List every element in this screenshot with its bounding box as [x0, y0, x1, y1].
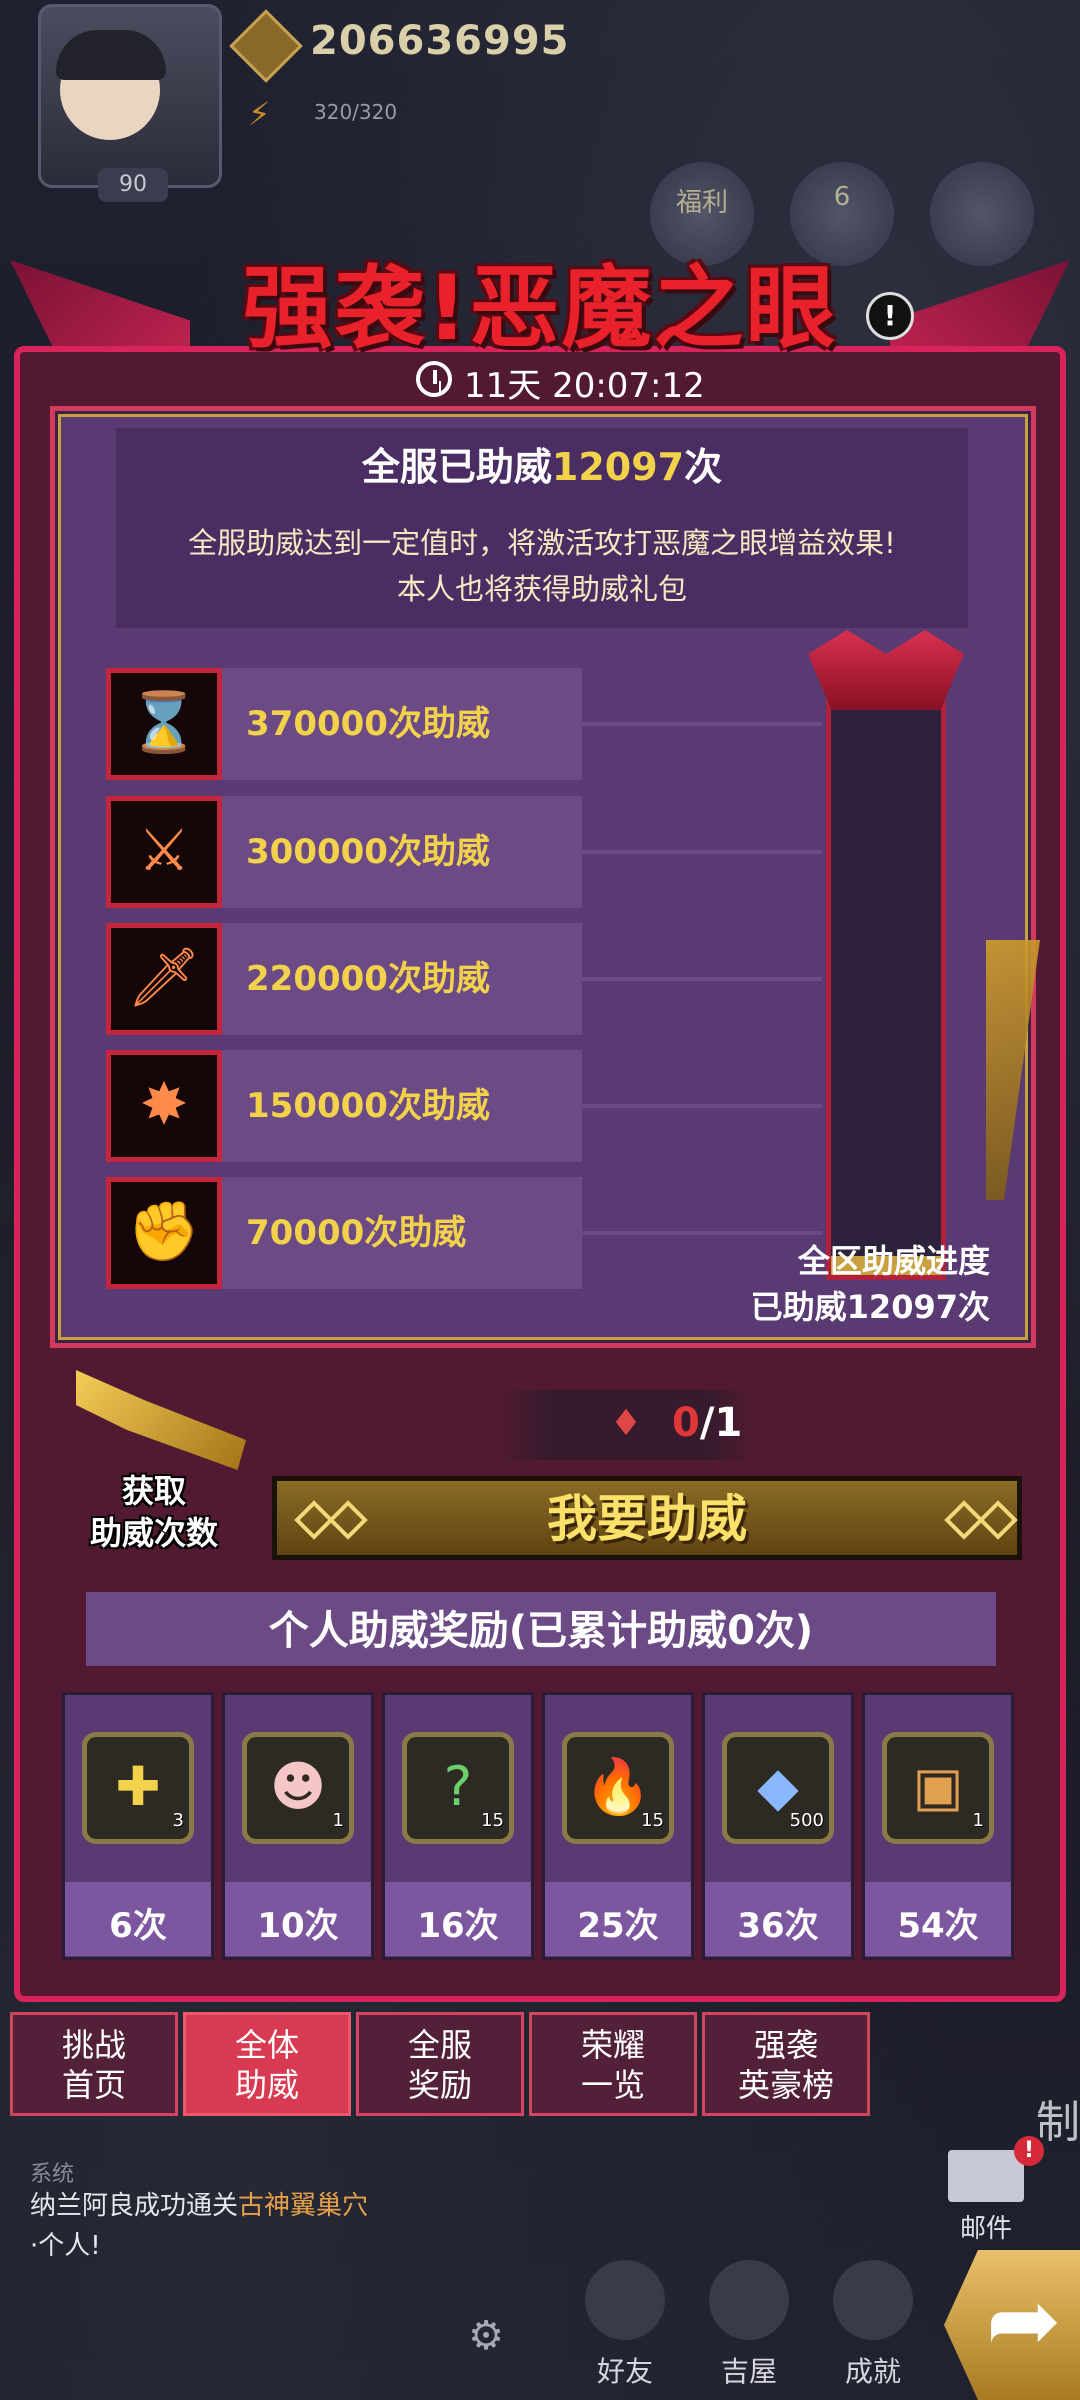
nav-label: 成就 — [844, 2355, 901, 2388]
tier-label: 370000次助威 — [246, 704, 490, 744]
tab-line-1: 全体 — [234, 2026, 299, 2064]
house-icon — [709, 2260, 789, 2340]
tab-server-rewards[interactable]: 全服 奖励 — [356, 2012, 524, 2116]
tab-line-1: 全服 — [407, 2026, 472, 2064]
reward-quantity: 500 — [789, 1810, 824, 1831]
clock-icon — [416, 361, 452, 397]
desc-line-2: 本人也将获得助威礼包 — [396, 572, 687, 606]
progress-value: 已助威12097次 — [750, 1288, 990, 1326]
gear-icon[interactable]: ⚙ — [466, 2316, 506, 2356]
tier-connector — [582, 1231, 822, 1235]
nav-house[interactable]: 吉屋 — [694, 2260, 804, 2390]
player-level: 90 — [98, 168, 168, 202]
sword-icon: ⚔ — [106, 796, 222, 908]
welfare-label: 福利 — [675, 188, 728, 218]
tab-line-1: 挑战 — [61, 2026, 126, 2064]
event-button[interactable] — [930, 162, 1034, 266]
server-cheer-count: 全服已助威12097次 — [116, 436, 968, 491]
tab-line-1: 荣耀 — [580, 2026, 645, 2064]
tab-line-2: 一览 — [580, 2066, 645, 2104]
tab-line-2: 奖励 — [407, 2066, 472, 2104]
news-place: 古神翼巢穴 — [238, 2191, 369, 2221]
gold-value: 206636995 — [310, 18, 570, 64]
seven-day-label: 6 — [833, 182, 851, 212]
event-timer: 11天 20:07:12 — [464, 366, 705, 406]
desc-line-1: 全服助威达到一定值时，将激活攻打恶魔之眼增益效果! — [188, 526, 896, 560]
tab-line-2: 首页 — [61, 2066, 126, 2104]
tier-connector — [582, 1104, 822, 1108]
tickets-used: 0 — [672, 1400, 700, 1446]
server-count-value: 12097 — [551, 445, 685, 489]
reward-quantity: 15 — [481, 1810, 504, 1831]
cheer-button-label: 我要助威 — [547, 1490, 747, 1548]
tickets-total: /1 — [699, 1400, 743, 1446]
system-channel-tag: 系统 — [30, 2162, 75, 2187]
personal-rewards-title: 个人助威奖励(已累计助威0次) — [268, 1608, 814, 1654]
mail-notification-badge: ! — [1014, 2136, 1044, 2166]
reward-threshold: 10次 — [257, 1906, 339, 1946]
event-title: 强袭!恶魔之眼 — [242, 256, 838, 361]
tier-label: 220000次助威 — [246, 959, 490, 999]
friends-icon — [585, 2260, 665, 2340]
reward-threshold: 54次 — [897, 1906, 979, 1946]
mail-button[interactable]: 邮件 — [944, 2150, 1028, 2245]
reward-quantity: 3 — [172, 1810, 184, 1831]
tab-honor-overview[interactable]: 荣耀 一览 — [529, 2012, 697, 2116]
tier-label: 300000次助威 — [246, 832, 490, 872]
tab-line-2: 英豪榜 — [737, 2066, 834, 2104]
mail-label: 邮件 — [959, 2214, 1012, 2244]
fist-icon: ✊ — [106, 1177, 222, 1289]
reward-threshold: 16次 — [417, 1906, 499, 1946]
side-menu-tab[interactable]: 制 — [1036, 2086, 1080, 2150]
tier-connector — [582, 722, 822, 726]
reward-quantity: 1 — [972, 1810, 984, 1831]
ticket-count: 0/1 — [672, 1400, 742, 1446]
critical-icon: ✸ — [106, 1050, 222, 1162]
reward-threshold: 36次 — [737, 1906, 819, 1946]
server-progress-bar — [826, 700, 946, 1280]
reward-quantity: 15 — [641, 1810, 664, 1831]
tier-connector — [582, 977, 822, 981]
get-tickets-line-1: 获取 — [121, 1472, 186, 1510]
news-suffix: 个人! — [38, 2231, 101, 2261]
tab-line-1: 强袭 — [753, 2026, 818, 2064]
reward-threshold: 25次 — [577, 1906, 659, 1946]
tab-line-2: 助威 — [234, 2066, 299, 2104]
tier-label: 70000次助威 — [246, 1213, 467, 1253]
system-news[interactable]: 纳兰阿良成功通关古神翼巢穴 ·个人! — [30, 2186, 368, 2266]
tier-label: 150000次助威 — [246, 1086, 490, 1126]
server-count-prefix: 全服已助威 — [361, 445, 552, 489]
reward-quantity: 1 — [332, 1810, 344, 1831]
mail-icon — [948, 2150, 1024, 2202]
progress-title: 全区助威进度 — [797, 1242, 990, 1280]
tab-challenge-home[interactable]: 挑战 首页 — [10, 2012, 178, 2116]
news-prefix: 纳兰阿良成功通关 — [30, 2191, 239, 2221]
reward-threshold: 6次 — [109, 1906, 167, 1946]
avatar-hair — [56, 30, 166, 80]
tab-all-cheer[interactable]: 全体 助威 — [183, 2012, 351, 2116]
share-arrow-icon: ➦ — [986, 2268, 1062, 2373]
server-count-suffix: 次 — [684, 445, 723, 489]
flame-ticket-icon: ♦ — [609, 1403, 643, 1444]
tab-hero-ranking[interactable]: 强袭 英豪榜 — [702, 2012, 870, 2116]
nav-label: 吉屋 — [720, 2355, 777, 2388]
energy-value: 320/320 — [314, 100, 398, 124]
help-icon[interactable]: ! — [866, 292, 914, 340]
get-tickets-label: 获取 助威次数 — [64, 1470, 244, 1554]
get-tickets-line-2: 助威次数 — [89, 1514, 218, 1552]
trophy-icon — [833, 2260, 913, 2340]
hourglass-icon: ⌛ — [106, 668, 222, 780]
server-cheer-description: 全服助威达到一定值时，将激活攻打恶魔之眼增益效果! 本人也将获得助威礼包 — [116, 520, 968, 612]
tier-connector — [582, 850, 822, 854]
nav-label: 好友 — [596, 2355, 653, 2388]
nav-achievements[interactable]: 成就 — [818, 2260, 928, 2390]
nav-friends[interactable]: 好友 — [570, 2260, 680, 2390]
speed-sword-icon: 🗡 — [106, 923, 222, 1035]
energy-bolt-icon: ⚡ — [248, 95, 271, 133]
